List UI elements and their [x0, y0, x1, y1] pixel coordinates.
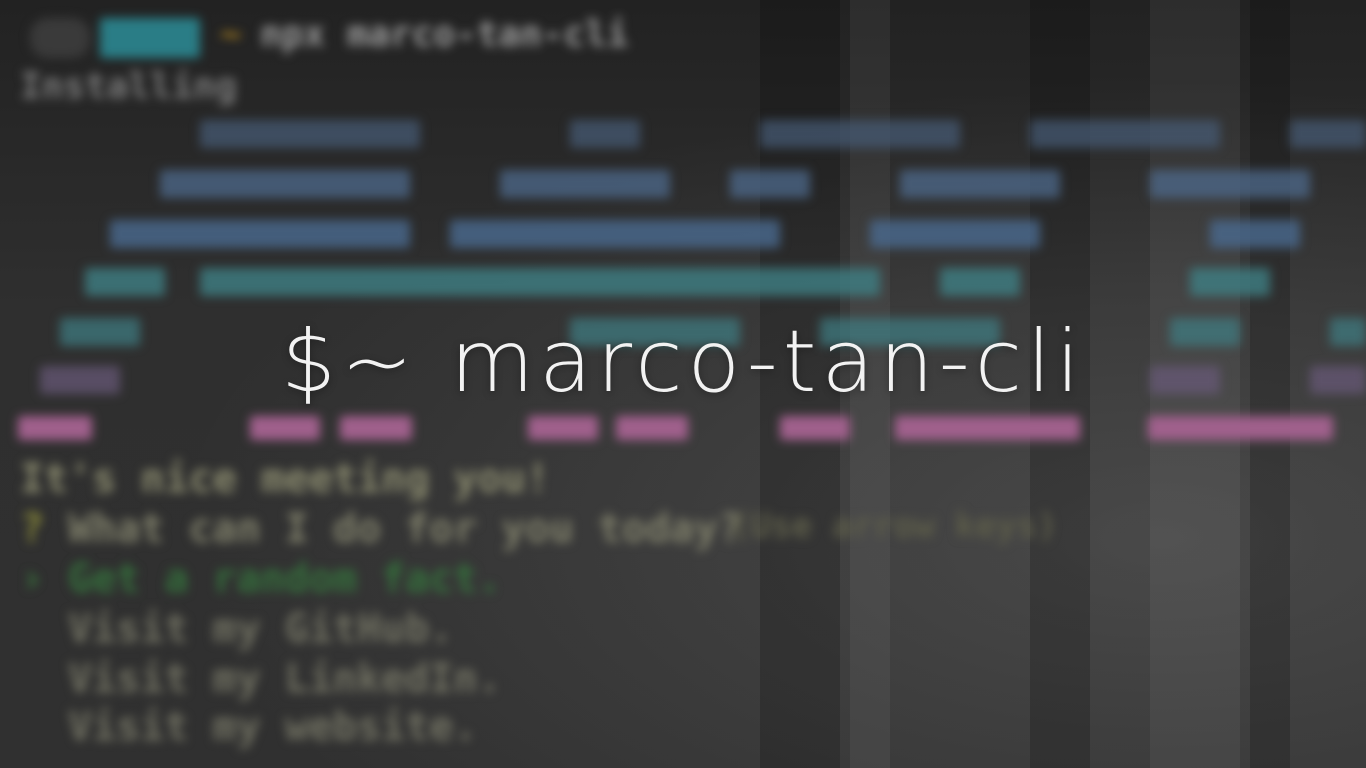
menu-option[interactable]: Visit my website. [68, 704, 477, 750]
question-marker: ? [20, 506, 45, 552]
menu-option-selected[interactable]: Get a random fact. [68, 556, 501, 602]
status-line: Installing [20, 66, 237, 107]
question-line: What can I do for you today? [68, 506, 743, 552]
menu-option[interactable]: Visit my LinkedIn. [68, 656, 501, 702]
apple-icon [30, 18, 90, 58]
greeting-line: It's nice meeting you! [20, 456, 550, 502]
prompt-path: ~ [220, 14, 242, 55]
prompt-command: npx marco-tan-cli [260, 14, 629, 55]
page-title: $~ marco-tan-cli [281, 312, 1085, 412]
question-hint: (Use arrow keys) [730, 506, 1058, 546]
selected-pointer: › [20, 556, 45, 602]
menu-option[interactable]: Visit my GitHub. [68, 606, 453, 652]
